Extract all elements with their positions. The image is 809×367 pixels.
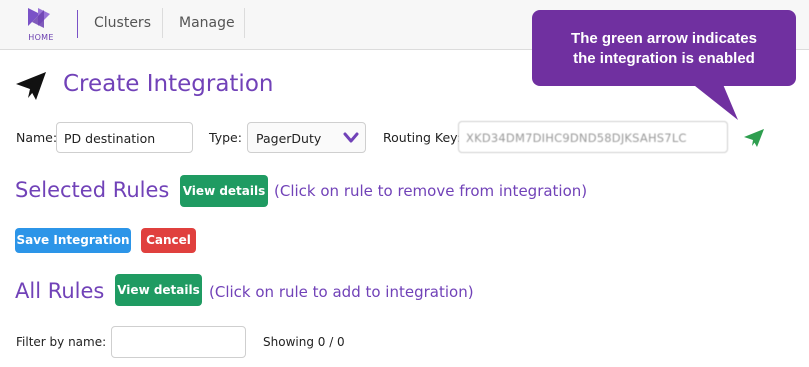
all-rules-hint: (Click on rule to add to integration): [209, 283, 474, 301]
name-input[interactable]: PD destination: [56, 122, 193, 153]
chevron-down-icon: [343, 132, 359, 143]
all-rules-view-details-button[interactable]: View details: [115, 274, 202, 306]
callout-line-2: the integration is enabled: [573, 50, 755, 67]
routing-key-label: Routing Key:: [383, 130, 461, 145]
annotation-callout-text: The green arrow indicates the integratio…: [532, 29, 796, 69]
cancel-button[interactable]: Cancel: [141, 228, 196, 253]
home-logo[interactable]: HOME: [22, 6, 60, 42]
type-select-value: PagerDuty: [256, 131, 322, 146]
selected-rules-hint: (Click on rule to remove from integratio…: [274, 182, 588, 200]
selected-rules-view-details-button[interactable]: View details: [180, 175, 268, 207]
filter-input[interactable]: [111, 326, 246, 358]
enabled-send-icon: [744, 129, 764, 147]
nav-clusters[interactable]: Clusters: [94, 15, 151, 31]
nav-separator: [244, 8, 245, 38]
logo-divider: [77, 10, 78, 38]
logo-text: HOME: [28, 33, 54, 42]
logo-icon: [28, 8, 50, 28]
callout-line-1: The green arrow indicates: [571, 30, 757, 47]
showing-count: Showing 0 / 0: [263, 335, 345, 349]
selected-rules-heading: Selected Rules: [15, 178, 170, 202]
type-label: Type:: [209, 130, 242, 145]
page-title: Create Integration: [63, 71, 274, 97]
annotation-callout: The green arrow indicates the integratio…: [532, 10, 796, 86]
type-select[interactable]: PagerDuty: [247, 122, 366, 153]
routing-key-input[interactable]: XKD34DM7DIHC9DND58DJKSAHS7LC: [458, 121, 728, 153]
save-integration-button[interactable]: Save Integration: [15, 228, 131, 253]
nav-separator: [162, 8, 163, 38]
nav-manage[interactable]: Manage: [179, 15, 235, 31]
name-label: Name:: [16, 130, 58, 145]
filter-label: Filter by name:: [16, 335, 107, 349]
all-rules-heading: All Rules: [15, 279, 105, 303]
send-icon: [16, 72, 46, 100]
